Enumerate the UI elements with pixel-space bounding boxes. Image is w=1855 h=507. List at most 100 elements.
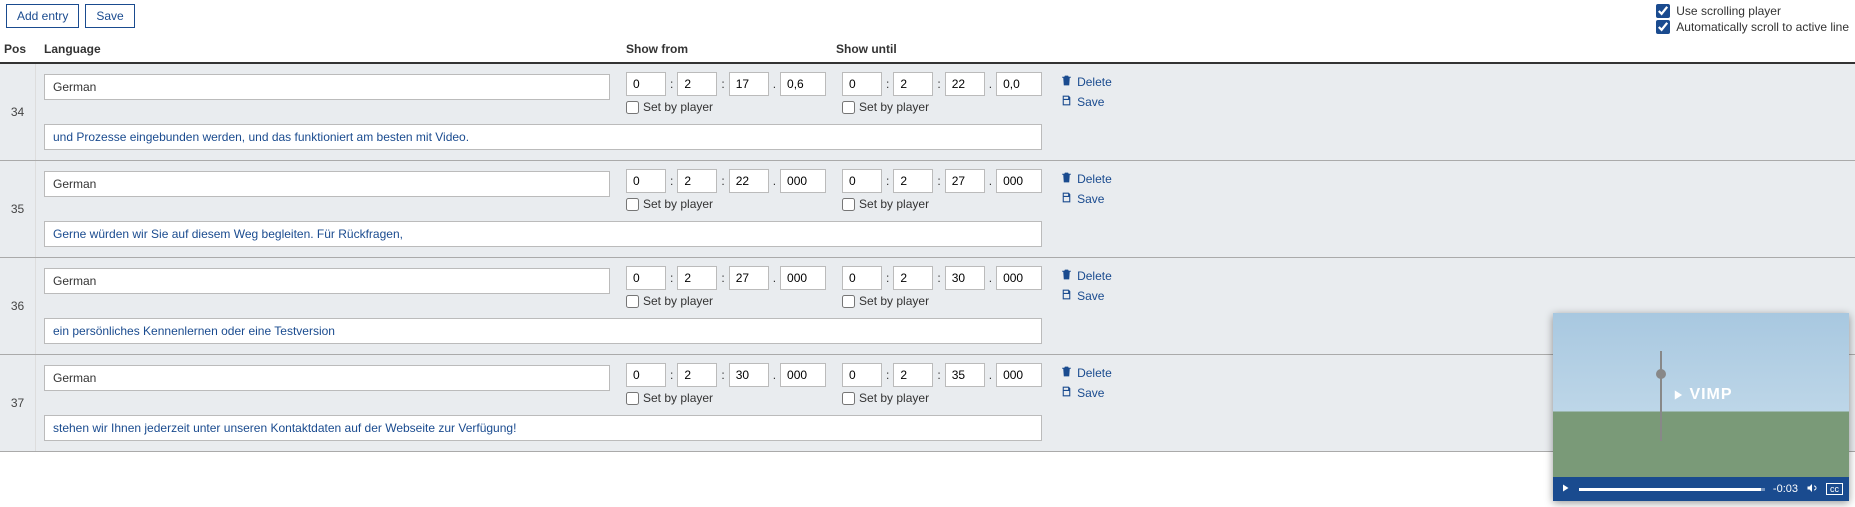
until-minutes[interactable] [893,266,933,290]
until-set-by-player-checkbox[interactable] [842,198,855,211]
subtitle-text-input[interactable] [44,318,1042,344]
from-hours[interactable] [626,72,666,96]
row-main: : : . Set by player : : . [36,355,1050,451]
until-ms[interactable] [996,266,1042,290]
until-hours[interactable] [842,72,882,96]
show-from-cell: : : . Set by player [618,161,834,215]
from-minutes[interactable] [677,363,717,387]
delete-link[interactable]: Delete [1060,74,1845,90]
from-set-by-player[interactable]: Set by player [626,294,826,308]
save-link[interactable]: Save [1060,94,1845,110]
from-set-by-player[interactable]: Set by player [626,100,826,114]
row-pos: 37 [0,355,36,451]
row-main: : : . Set by player : : . [36,64,1050,160]
from-ms[interactable] [780,169,826,193]
until-set-by-player[interactable]: Set by player [842,100,1042,114]
language-input[interactable] [44,171,610,197]
row-pos: 36 [0,258,36,354]
until-minutes[interactable] [893,169,933,193]
subtitle-text-input[interactable] [44,221,1042,247]
table-row: 34 : : . Set by player [0,64,1855,161]
from-ms[interactable] [780,72,826,96]
from-hours[interactable] [626,266,666,290]
until-set-by-player-checkbox[interactable] [842,392,855,405]
until-set-by-player[interactable]: Set by player [842,391,1042,405]
from-seconds[interactable] [729,266,769,290]
language-input[interactable] [44,268,610,294]
show-from-cell: : : . Set by player [618,355,834,409]
from-hours[interactable] [626,363,666,387]
show-until-cell: : : . Set by player [834,355,1050,409]
until-set-by-player-checkbox[interactable] [842,295,855,308]
play-icon[interactable] [1559,482,1571,497]
auto-scroll-label: Automatically scroll to active line [1676,20,1849,34]
from-hours[interactable] [626,169,666,193]
until-seconds[interactable] [945,72,985,96]
from-ms[interactable] [780,266,826,290]
row-pos: 35 [0,161,36,257]
language-input[interactable] [44,74,610,100]
until-hours[interactable] [842,169,882,193]
show-from-cell: : : . Set by player [618,258,834,312]
until-set-by-player[interactable]: Set by player [842,197,1042,211]
subtitle-text-input[interactable] [44,415,1042,441]
save-link[interactable]: Save [1060,288,1845,304]
subtitle-text-input[interactable] [44,124,1042,150]
language-input[interactable] [44,365,610,391]
from-seconds[interactable] [729,169,769,193]
row-actions: Delete Save [1050,161,1855,257]
from-set-by-player[interactable]: Set by player [626,197,826,211]
until-hours[interactable] [842,266,882,290]
use-scrolling-player-option[interactable]: Use scrolling player [1656,4,1781,18]
from-set-by-player[interactable]: Set by player [626,391,826,405]
video-frame[interactable]: VIMP [1553,313,1849,477]
auto-scroll-checkbox[interactable] [1656,20,1670,34]
progress-bar[interactable] [1579,488,1765,491]
show-until-cell: : : . Set by player [834,258,1050,312]
from-set-by-player-checkbox[interactable] [626,101,639,114]
save-icon [1060,288,1073,304]
top-buttons: Add entry Save [6,4,135,28]
delete-link[interactable]: Delete [1060,171,1845,187]
player-time: -0:03 [1773,483,1798,495]
save-link[interactable]: Save [1060,191,1845,207]
video-player: VIMP -0:03 cc [1553,313,1849,501]
until-set-by-player[interactable]: Set by player [842,294,1042,308]
add-entry-button[interactable]: Add entry [6,4,79,28]
delete-link[interactable]: Delete [1060,268,1845,284]
cc-button[interactable]: cc [1826,483,1843,495]
from-set-by-player-checkbox[interactable] [626,198,639,211]
volume-icon[interactable] [1806,482,1818,497]
until-ms[interactable] [996,363,1042,387]
header-language: Language [36,36,618,62]
until-minutes[interactable] [893,72,933,96]
from-seconds[interactable] [729,363,769,387]
until-minutes[interactable] [893,363,933,387]
until-seconds[interactable] [945,169,985,193]
header-show-from: Show from [618,36,828,62]
table-row: 35 : : . Set by player [0,161,1855,258]
from-minutes[interactable] [677,266,717,290]
from-minutes[interactable] [677,72,717,96]
save-icon [1060,385,1073,401]
until-seconds[interactable] [945,363,985,387]
use-scrolling-player-checkbox[interactable] [1656,4,1670,18]
until-ms[interactable] [996,72,1042,96]
from-ms[interactable] [780,363,826,387]
save-icon [1060,94,1073,110]
header-show-until: Show until [828,36,1038,62]
until-seconds[interactable] [945,266,985,290]
use-scrolling-player-label: Use scrolling player [1676,4,1781,18]
save-button[interactable]: Save [85,4,134,28]
header-actions [1038,36,1855,62]
table-header: Pos Language Show from Show until [0,36,1855,64]
from-seconds[interactable] [729,72,769,96]
from-set-by-player-checkbox[interactable] [626,392,639,405]
until-set-by-player-checkbox[interactable] [842,101,855,114]
until-hours[interactable] [842,363,882,387]
until-ms[interactable] [996,169,1042,193]
from-set-by-player-checkbox[interactable] [626,295,639,308]
player-logo: VIMP [1669,386,1732,404]
auto-scroll-option[interactable]: Automatically scroll to active line [1656,20,1849,34]
from-minutes[interactable] [677,169,717,193]
